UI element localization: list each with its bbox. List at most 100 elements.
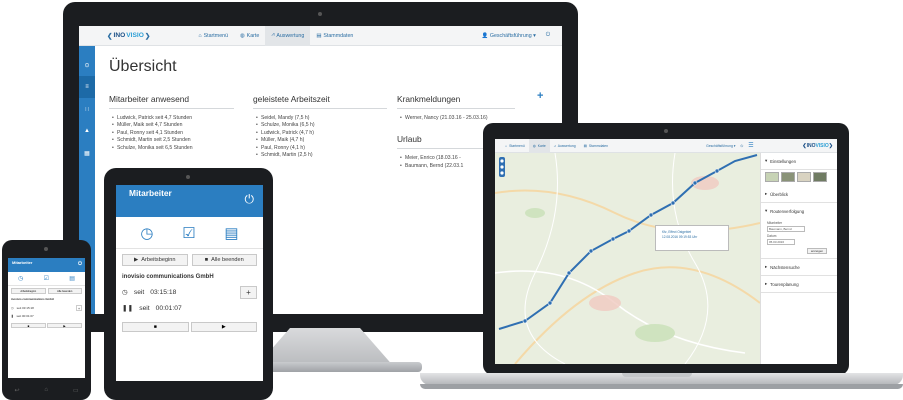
nav-auswertung[interactable]: ⩘ Auswertung xyxy=(265,26,311,46)
home-button-icon[interactable]: ⌂ xyxy=(44,387,48,394)
power-icon[interactable]: ⏻ xyxy=(741,144,744,148)
sidebar-clock-icon[interactable]: ⊙ xyxy=(79,54,95,76)
end-all-button[interactable]: ■ Alle beenden xyxy=(191,254,257,266)
chevron-right-icon: ▸ xyxy=(765,264,768,269)
panel-routen[interactable]: ▾ Routenverfolgung xyxy=(761,203,837,219)
book-icon: ▤ xyxy=(583,143,587,148)
add-icon[interactable]: + xyxy=(537,90,543,102)
nav-karte[interactable]: ◍ Karte xyxy=(234,26,265,46)
home-icon: ⌂ xyxy=(505,143,508,148)
play-icon: ▶ xyxy=(133,257,139,263)
play-button[interactable]: ▶ xyxy=(190,322,257,332)
chevron-down-icon: ▾ xyxy=(765,158,768,163)
clock-icon[interactable]: ◷ xyxy=(140,224,153,242)
list-item: Paul, Ronny seit 4,1 Stunden xyxy=(112,130,234,138)
sidebar-list-icon[interactable]: ≡ xyxy=(79,76,95,98)
chevron-right-icon: ▸ xyxy=(765,281,768,286)
add-button[interactable]: + xyxy=(240,285,257,299)
phone-controls: ■ ▶ xyxy=(8,320,85,331)
panel-einstellungen[interactable]: ▾ Einstellungen xyxy=(761,153,837,170)
nav-startmenue[interactable]: ⌂ Startmenü xyxy=(501,139,529,153)
main-nav: ⌂ Startmenü ◍ Karte ⩘ Auswertung ▤ Stammdate… xyxy=(192,26,359,46)
clipboard-icon[interactable]: ▤ xyxy=(224,224,238,242)
pause-icon: ❚ xyxy=(11,314,14,318)
company-name: inovisio communications GmbH xyxy=(11,297,54,301)
stop-icon: ■ xyxy=(204,257,209,263)
map-layer-thumbs xyxy=(761,170,837,186)
phone-screen: Mitarbeiter ⏻ ◷ ☑ ▤ Arbeitsbeginn Alle b… xyxy=(8,258,85,378)
nav-label: Auswertung xyxy=(276,32,305,39)
user-icon: 👤 xyxy=(481,32,489,39)
user-menu-label: Geschäftsführung xyxy=(706,143,733,148)
phone-header: Mitarbeiter ⏻ xyxy=(8,258,85,272)
sidebar-grid-icon[interactable]: ∷ xyxy=(79,98,95,120)
sidebar-book-icon[interactable]: ▦ xyxy=(79,142,95,164)
nav-label: Karte xyxy=(537,143,546,148)
panel-naechste[interactable]: ▸ Nächstensuche xyxy=(761,258,837,276)
back-icon[interactable]: ↩ xyxy=(14,387,19,394)
brand-logo[interactable]: ❮ INO VISIO ❯ xyxy=(802,139,833,153)
panel-ueberblick[interactable]: ▸ Überblick xyxy=(761,186,837,203)
end-all-button[interactable]: Alle beenden xyxy=(47,288,82,294)
globe-icon: ◍ xyxy=(532,143,536,148)
nav-startmenue[interactable]: ⌂ Startmenü xyxy=(192,26,234,46)
power-icon[interactable]: ⏻ xyxy=(245,192,255,207)
stop-button[interactable]: ■ xyxy=(11,323,46,328)
laptop-notch xyxy=(622,373,692,377)
list-item: Werner, Nancy (21.03.16 - 25.03.16) xyxy=(400,115,515,123)
list-item: Schmidt, Martin seit 2,5 Stunden xyxy=(112,137,234,145)
nav-auswertung[interactable]: ⩘ Auswertung xyxy=(550,139,580,153)
show-button[interactable]: anzeigen xyxy=(807,248,827,254)
start-work-button[interactable]: Arbeitsbeginn xyxy=(11,288,46,294)
map-canvas xyxy=(495,152,761,364)
play-button[interactable]: ▶ xyxy=(47,323,82,328)
sidebar-chart-icon[interactable]: ▲ xyxy=(79,120,95,142)
add-button[interactable]: + xyxy=(76,305,82,311)
nav-stammdaten[interactable]: ▤ Stammdaten xyxy=(580,139,612,153)
section-heading: Mitarbeiter anwesend xyxy=(109,94,234,109)
nav-stammdaten[interactable]: ▤ Stammdaten xyxy=(310,26,359,46)
checkbox-icon[interactable]: ☑ xyxy=(182,224,195,242)
employee-value: Baumann, Bernd xyxy=(769,227,792,231)
camera xyxy=(664,129,668,133)
tablet-actions: ▶ Arbeitsbeginn ■ Alle beenden xyxy=(116,249,263,271)
nav-label: Stammdaten xyxy=(323,32,354,39)
start-work-button[interactable]: ▶ Arbeitsbeginn xyxy=(122,254,188,266)
map-layer-thumb[interactable] xyxy=(781,172,795,182)
clock-icon[interactable]: ◷ xyxy=(18,275,23,282)
user-menu[interactable]: 👤 Geschäftsführung ▾ xyxy=(482,33,536,39)
checkbox-icon[interactable]: ☑ xyxy=(44,275,49,282)
menu-icon[interactable]: ☰ xyxy=(748,142,753,149)
popup-time: 12.08.2016 09:19:53 Uhr xyxy=(662,234,698,239)
list-item: Paul, Ronny (4,1 h) xyxy=(256,145,387,153)
clipboard-icon[interactable]: ▤ xyxy=(69,275,75,282)
phone-tabs: ◷ ☑ ▤ xyxy=(8,272,85,286)
chevron-down-icon: ▾ xyxy=(765,208,768,213)
chart-icon: ⩘ xyxy=(271,32,275,38)
list-item: Ludwick, Patrick (4,7 h) xyxy=(256,130,387,138)
multi-device-mockup: ❮ INO VISIO ❯ ⌂ Startmenü ◍ Karte ⩘ Auswertu… xyxy=(0,0,903,400)
phone: Mitarbeiter ⏻ ◷ ☑ ▤ Arbeitsbeginn Alle b… xyxy=(2,240,91,400)
recent-apps-icon[interactable]: ▭ xyxy=(73,387,79,394)
laptop: ⌂ Startmenü ◍ Karte ⩘ Auswertung ▤ Stammdate… xyxy=(483,123,849,375)
book-icon: ▤ xyxy=(316,32,322,39)
page-title: Übersicht xyxy=(109,58,177,75)
power-icon[interactable]: ⏻ xyxy=(78,261,82,267)
map-layer-thumb[interactable] xyxy=(813,172,827,182)
section-present: Mitarbeiter anwesend Ludwick, Patrick se… xyxy=(109,94,234,152)
timer-value: seit 00:01:07 xyxy=(16,314,34,318)
map-layer-thumb[interactable] xyxy=(765,172,779,182)
route-map[interactable]: Kfz, Effect Ostgebiet 12.08.2016 09:19:5… xyxy=(495,152,761,364)
map-layer-thumb[interactable] xyxy=(797,172,811,182)
map-side-panel: ▾ Einstellungen ▸ Überblick ▾ Routenverfolg… xyxy=(760,153,837,364)
date-input[interactable]: 05.03.2016 xyxy=(767,239,795,245)
nav-karte[interactable]: ◍ Karte xyxy=(528,139,550,153)
tablet-tabs: ◷ ☑ ▤ xyxy=(116,217,263,249)
power-icon[interactable]: ⏻ xyxy=(546,32,550,39)
panel-touren[interactable]: ▸ Tourenplanung xyxy=(761,276,837,293)
stop-button[interactable]: ■ xyxy=(122,322,189,332)
field-label: Datum xyxy=(767,234,777,238)
user-menu[interactable]: Geschäftsführung ▾ xyxy=(706,144,735,148)
brand-logo[interactable]: ❮ INO VISIO ❯ xyxy=(107,32,150,40)
chart-icon: ⩘ xyxy=(553,143,556,148)
